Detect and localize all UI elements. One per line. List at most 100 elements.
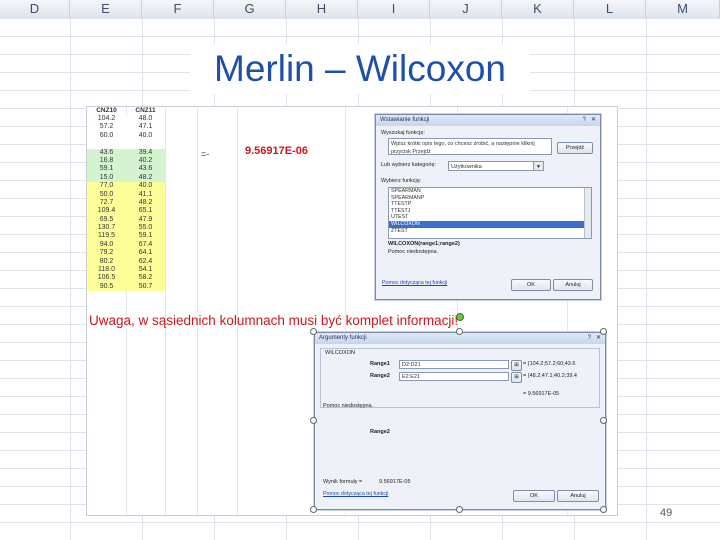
cell[interactable]: 109.4 [87, 207, 126, 215]
column-header-e[interactable]: E [70, 0, 142, 18]
cell[interactable]: 79.2 [87, 249, 126, 257]
header-cnz10[interactable]: CNZ10 [87, 107, 126, 115]
column-header-f[interactable]: F [142, 0, 214, 18]
cell[interactable]: 41.1 [126, 191, 165, 199]
cell[interactable]: 60.0 [87, 132, 126, 140]
cell[interactable]: 54.1 [126, 266, 165, 274]
data-row [87, 140, 165, 148]
resize-handle[interactable] [310, 328, 317, 335]
cell[interactable]: 50.0 [87, 191, 126, 199]
cell[interactable]: 72.7 [87, 199, 126, 207]
function-item[interactable]: SPEARMANP [389, 195, 591, 202]
column-header-i[interactable]: I [358, 0, 430, 18]
cell[interactable]: 58.2 [126, 274, 165, 282]
cell[interactable]: 59.1 [126, 232, 165, 240]
cell[interactable]: 69.5 [87, 216, 126, 224]
column-header-k[interactable]: K [502, 0, 574, 18]
resize-handle[interactable] [600, 506, 607, 513]
result-value[interactable]: 9.56917E-06 [245, 145, 308, 157]
cell[interactable]: 40.0 [126, 132, 165, 140]
resize-handle[interactable] [456, 328, 463, 335]
close-icon[interactable]: ✕ [596, 334, 601, 342]
resize-handle[interactable] [600, 417, 607, 424]
header-cnz11[interactable]: CNZ11 [126, 107, 165, 115]
scrollbar[interactable] [584, 188, 591, 238]
cell[interactable] [87, 140, 126, 148]
cell[interactable]: 77.0 [87, 182, 126, 190]
cell[interactable]: 43.6 [87, 149, 126, 157]
column-header-d[interactable]: D [0, 0, 70, 18]
warning-text: Uwaga, w sąsiednich kolumnach musi być k… [89, 313, 459, 328]
column-header-h[interactable]: H [286, 0, 358, 18]
resize-handle[interactable] [600, 328, 607, 335]
cell[interactable]: 118.0 [87, 266, 126, 274]
function-item[interactable]: TTESTJ [389, 208, 591, 215]
cell[interactable]: 104.2 [87, 115, 126, 123]
collapse-dialog-icon[interactable]: ⊞ [511, 372, 522, 383]
cell[interactable]: 130.7 [87, 224, 126, 232]
help-icon[interactable]: ? [588, 334, 591, 342]
column-header-m[interactable]: M [646, 0, 720, 18]
chevron-down-icon[interactable]: ▼ [533, 162, 543, 170]
cell[interactable]: 43.6 [126, 165, 165, 173]
range1-input[interactable]: D2:D21 [399, 360, 509, 369]
help-icon[interactable]: ? [583, 116, 586, 124]
cell[interactable]: 39.4 [126, 149, 165, 157]
cell[interactable]: 47.1 [126, 123, 165, 131]
function-item[interactable]: ZTEST [389, 228, 591, 235]
cancel-button[interactable]: Anuluj [557, 490, 599, 502]
cell[interactable]: 48.2 [126, 199, 165, 207]
category-select[interactable]: Użytkownika ▼ [448, 161, 544, 171]
cell[interactable]: 55.0 [126, 224, 165, 232]
cell[interactable]: 16.8 [87, 157, 126, 165]
function-item-selected[interactable]: WILCOXON [389, 220, 591, 228]
function-list[interactable]: SPEARMAN SPEARMANP TTESTP TTESTJ UTEST W… [388, 187, 592, 239]
cell[interactable] [126, 140, 165, 148]
cell[interactable]: 40.0 [126, 182, 165, 190]
cell[interactable]: 65.1 [126, 207, 165, 215]
cell[interactable]: 48.0 [126, 115, 165, 123]
cell[interactable]: 64.1 [126, 249, 165, 257]
data-row: 59.1 43.6 [87, 165, 165, 173]
cell[interactable]: 106.5 [87, 274, 126, 282]
search-label: Wyszukaj funkcję: [381, 130, 425, 136]
range2-input[interactable]: E2:E21 [399, 372, 509, 381]
cell[interactable]: 90.5 [87, 283, 126, 291]
help-link[interactable]: Pomoc dotycząca tej funkcji [382, 280, 447, 286]
cell[interactable]: 40.2 [126, 157, 165, 165]
cell[interactable]: 119.5 [87, 232, 126, 240]
column-header-l[interactable]: L [574, 0, 646, 18]
ok-button[interactable]: OK [513, 490, 555, 502]
help-link[interactable]: Pomoc dotycząca tej funkcji [323, 491, 388, 497]
close-icon[interactable]: ✕ [591, 116, 596, 124]
column-header-bar: D E F G H I J K L M [0, 0, 720, 19]
column-header-g[interactable]: G [214, 0, 286, 18]
function-item[interactable]: SPEARMAN [389, 188, 591, 195]
cell[interactable]: 48.2 [126, 174, 165, 182]
sheet-grid-line [197, 107, 198, 515]
function-item[interactable]: TTESTP [389, 201, 591, 208]
cell[interactable]: 67.4 [126, 241, 165, 249]
range1-preview: = {104.2;57.2;60;43.6 [523, 361, 576, 367]
resize-handle[interactable] [310, 506, 317, 513]
resize-handle[interactable] [456, 506, 463, 513]
cell[interactable]: 57.2 [87, 123, 126, 131]
rotate-handle[interactable] [456, 313, 464, 321]
collapse-dialog-icon[interactable]: ⊞ [511, 360, 522, 371]
cell[interactable]: 47.9 [126, 216, 165, 224]
cell[interactable]: 62.4 [126, 258, 165, 266]
cell[interactable]: 80.2 [87, 258, 126, 266]
go-button[interactable]: Przejdź [557, 142, 593, 154]
data-row: 106.5 58.2 [87, 274, 165, 282]
cell[interactable]: 94.0 [87, 241, 126, 249]
data-row: 90.5 50.7 [87, 283, 165, 291]
column-header-j[interactable]: J [430, 0, 502, 18]
cell[interactable]: 15.0 [87, 174, 126, 182]
cell[interactable]: 59.1 [87, 165, 126, 173]
cancel-button[interactable]: Anuluj [553, 279, 593, 291]
function-search-input[interactable]: Wpisz krótki opis tego, co chcesz zrobić… [388, 138, 552, 155]
cell[interactable]: 50.7 [126, 283, 165, 291]
function-item[interactable]: UTEST [389, 214, 591, 221]
resize-handle[interactable] [310, 417, 317, 424]
ok-button[interactable]: OK [511, 279, 551, 291]
